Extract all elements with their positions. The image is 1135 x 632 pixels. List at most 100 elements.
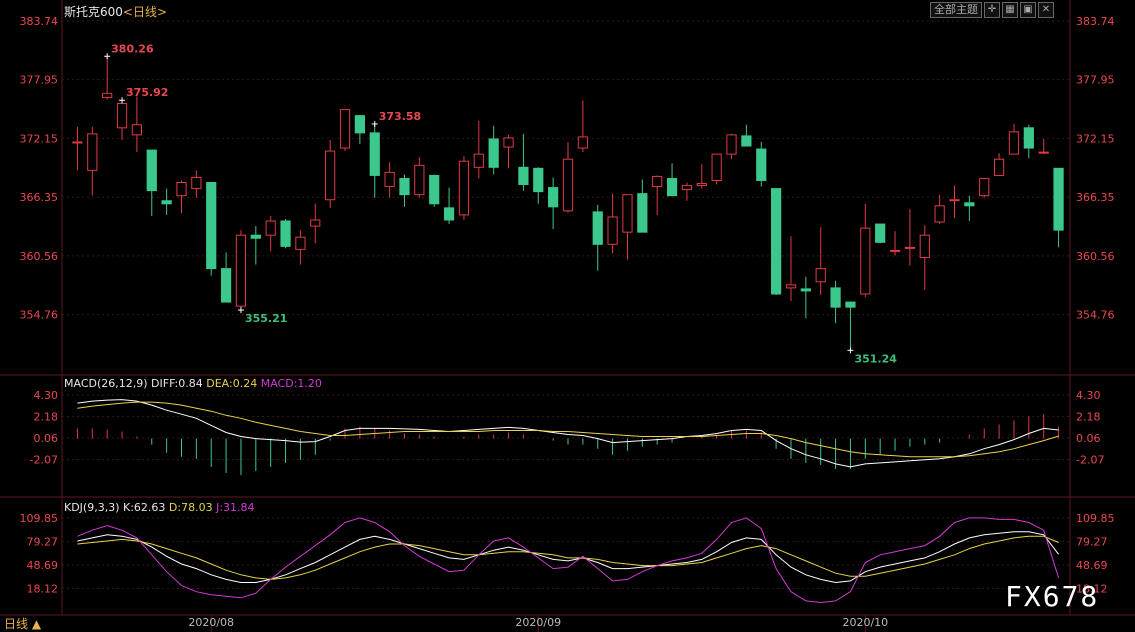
candle-body bbox=[310, 219, 321, 227]
kdj-axis-label-left: 109.85 bbox=[20, 512, 59, 525]
candle-body bbox=[369, 132, 380, 176]
candle-body bbox=[919, 234, 930, 258]
candle-body bbox=[414, 164, 425, 196]
period-label[interactable]: <日线> bbox=[123, 5, 167, 19]
candle-body bbox=[771, 188, 782, 295]
candle-body bbox=[964, 202, 975, 207]
price-axis-label-right: 366.35 bbox=[1076, 191, 1115, 204]
candle-body bbox=[741, 135, 752, 147]
candle-body bbox=[875, 223, 886, 243]
candle-body bbox=[339, 109, 351, 149]
candle-body bbox=[756, 148, 767, 181]
kdj-axis-label-right: 79.27 bbox=[1076, 536, 1108, 549]
candle-body bbox=[72, 141, 83, 144]
candle-body bbox=[934, 205, 945, 223]
macd-axis-label-left: 0.06 bbox=[34, 432, 59, 445]
maximize-icon[interactable]: ▣ bbox=[1020, 2, 1036, 18]
candle-body bbox=[458, 160, 470, 216]
candle-body bbox=[681, 185, 693, 191]
candle-body bbox=[518, 166, 529, 186]
dea-value: DEA:0.24 bbox=[206, 377, 258, 390]
candle-body bbox=[830, 287, 841, 308]
candle-body bbox=[726, 134, 737, 155]
candle-body bbox=[295, 236, 306, 250]
candle-body bbox=[354, 115, 365, 134]
j-value: J:31.84 bbox=[216, 501, 255, 514]
candle-body bbox=[860, 227, 871, 295]
candle-body bbox=[1008, 131, 1020, 155]
chart-title: 斯托克600<日线> bbox=[64, 3, 167, 20]
candle-body bbox=[548, 187, 559, 208]
candle-body bbox=[250, 234, 261, 239]
candle-body bbox=[220, 268, 232, 303]
k-value: K:62.63 bbox=[123, 501, 166, 514]
extreme-price-label: 375.92 bbox=[126, 86, 168, 99]
candle-body bbox=[637, 193, 648, 233]
candle-body bbox=[979, 177, 990, 197]
candle-body bbox=[176, 182, 187, 197]
candle-body bbox=[800, 288, 811, 292]
candle-body bbox=[473, 153, 484, 168]
candle-body bbox=[696, 183, 707, 187]
candle-body bbox=[533, 167, 544, 193]
candle-body bbox=[131, 124, 143, 136]
kdj-axis-label-left: 18.12 bbox=[27, 583, 59, 596]
candle-body bbox=[889, 249, 901, 252]
stock-chart[interactable]: 383.74 383.74 377.95 377.95 372.15 372.15 366.… bbox=[0, 0, 1135, 632]
kdj-axis-label-left: 79.27 bbox=[27, 536, 59, 549]
date-axis-label: 2020/09 bbox=[515, 616, 561, 629]
candle-body bbox=[384, 171, 395, 188]
price-axis-label-right: 372.15 bbox=[1076, 132, 1115, 145]
candle-body bbox=[904, 246, 916, 249]
candle-body bbox=[443, 207, 455, 221]
candle-body bbox=[161, 200, 172, 205]
candle-body bbox=[191, 176, 202, 190]
symbol-name: 斯托克600 bbox=[64, 5, 123, 19]
candle-body bbox=[993, 158, 1005, 176]
candle-body bbox=[1053, 167, 1064, 231]
candle-body bbox=[592, 211, 603, 245]
candle-body bbox=[429, 174, 440, 205]
kdj-axis-label-right: 48.69 bbox=[1076, 559, 1108, 572]
grid-icon[interactable]: ▦ bbox=[1002, 2, 1018, 18]
macd-axis-label-right: 2.18 bbox=[1076, 410, 1101, 423]
diff-value: DIFF:0.84 bbox=[151, 377, 203, 390]
chart-toolbar: 全部主题 ✛ ▦ ▣ ✕ bbox=[930, 2, 1054, 18]
price-axis-label-left: 372.15 bbox=[20, 132, 59, 145]
candle-body bbox=[399, 177, 410, 196]
candle-body bbox=[785, 284, 797, 289]
price-axis-label-left: 354.76 bbox=[20, 309, 59, 322]
candle-body bbox=[87, 133, 98, 171]
candle-body bbox=[206, 182, 217, 270]
extreme-price-label: 351.24 bbox=[854, 352, 897, 365]
price-axis-label-left: 360.56 bbox=[20, 250, 59, 263]
macd-axis-label-right: 4.30 bbox=[1076, 389, 1101, 402]
kdj-k-line bbox=[77, 531, 1059, 584]
kdj-d-line bbox=[77, 535, 1059, 580]
candle-body bbox=[577, 136, 588, 149]
candle-body bbox=[622, 194, 633, 233]
candle-body bbox=[815, 268, 826, 283]
candle-body bbox=[325, 150, 336, 201]
candle-body bbox=[265, 220, 276, 236]
macd-axis-label-right: 0.06 bbox=[1076, 432, 1101, 445]
macd-value: MACD:1.20 bbox=[260, 377, 322, 390]
crosshair-icon[interactable]: ✛ bbox=[984, 2, 1000, 18]
kdj-axis-label-left: 48.69 bbox=[27, 559, 59, 572]
theme-dropdown-button[interactable]: 全部主题 bbox=[930, 2, 982, 18]
watermark-logo: FX678 bbox=[1005, 580, 1100, 613]
candle-body bbox=[607, 216, 618, 245]
candle-body bbox=[1038, 151, 1049, 154]
extreme-price-label: 380.26 bbox=[111, 42, 154, 55]
candle-body bbox=[1023, 127, 1034, 149]
candle-body bbox=[146, 149, 157, 192]
kdj-axis-label-right: 109.85 bbox=[1076, 512, 1115, 525]
price-axis-label-left: 383.74 bbox=[20, 15, 59, 28]
kdj-params: KDJ(9,3,3) bbox=[64, 501, 120, 514]
period-switch-button[interactable]: 日线 ▲ bbox=[4, 615, 41, 632]
candle-body bbox=[949, 199, 960, 202]
d-value: D:78.03 bbox=[168, 501, 213, 514]
candle-body bbox=[652, 175, 663, 188]
candle-body bbox=[503, 137, 514, 148]
close-icon[interactable]: ✕ bbox=[1038, 2, 1054, 18]
